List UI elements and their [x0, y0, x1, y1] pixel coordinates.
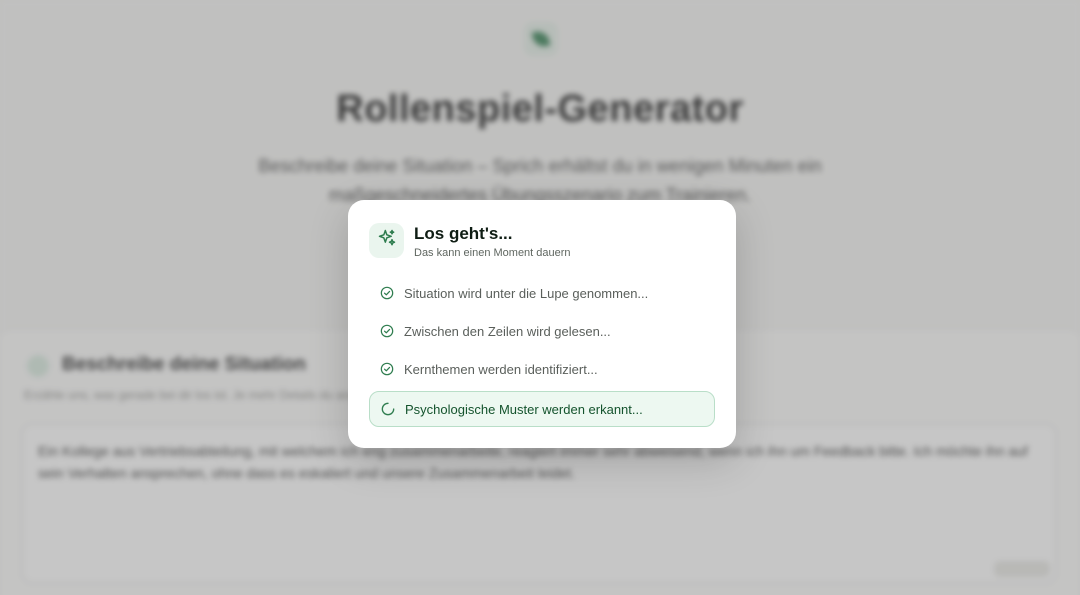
loading-modal: Los geht's... Das kann einen Moment daue… — [348, 200, 736, 448]
check-circle-icon — [380, 286, 394, 300]
check-circle-icon — [380, 362, 394, 376]
loading-spinner-icon — [381, 402, 395, 416]
step-item-done: Situation wird unter die Lupe genommen..… — [369, 276, 715, 310]
step-label: Psychologische Muster werden erkannt... — [405, 401, 643, 417]
step-label: Kernthemen werden identifiziert... — [404, 361, 598, 377]
modal-title: Los geht's... — [414, 224, 513, 243]
modal-subtitle: Das kann einen Moment dauern — [414, 247, 571, 259]
step-label: Situation wird unter die Lupe genommen..… — [404, 285, 649, 301]
check-circle-icon — [380, 324, 394, 338]
step-label: Zwischen den Zeilen wird gelesen... — [404, 323, 611, 339]
step-item-active: Psychologische Muster werden erkannt... — [369, 391, 715, 427]
step-item-done: Zwischen den Zeilen wird gelesen... — [369, 314, 715, 348]
modal-icon-box — [369, 223, 404, 258]
step-item-done: Kernthemen werden identifiziert... — [369, 352, 715, 386]
sparkles-icon — [377, 228, 397, 253]
